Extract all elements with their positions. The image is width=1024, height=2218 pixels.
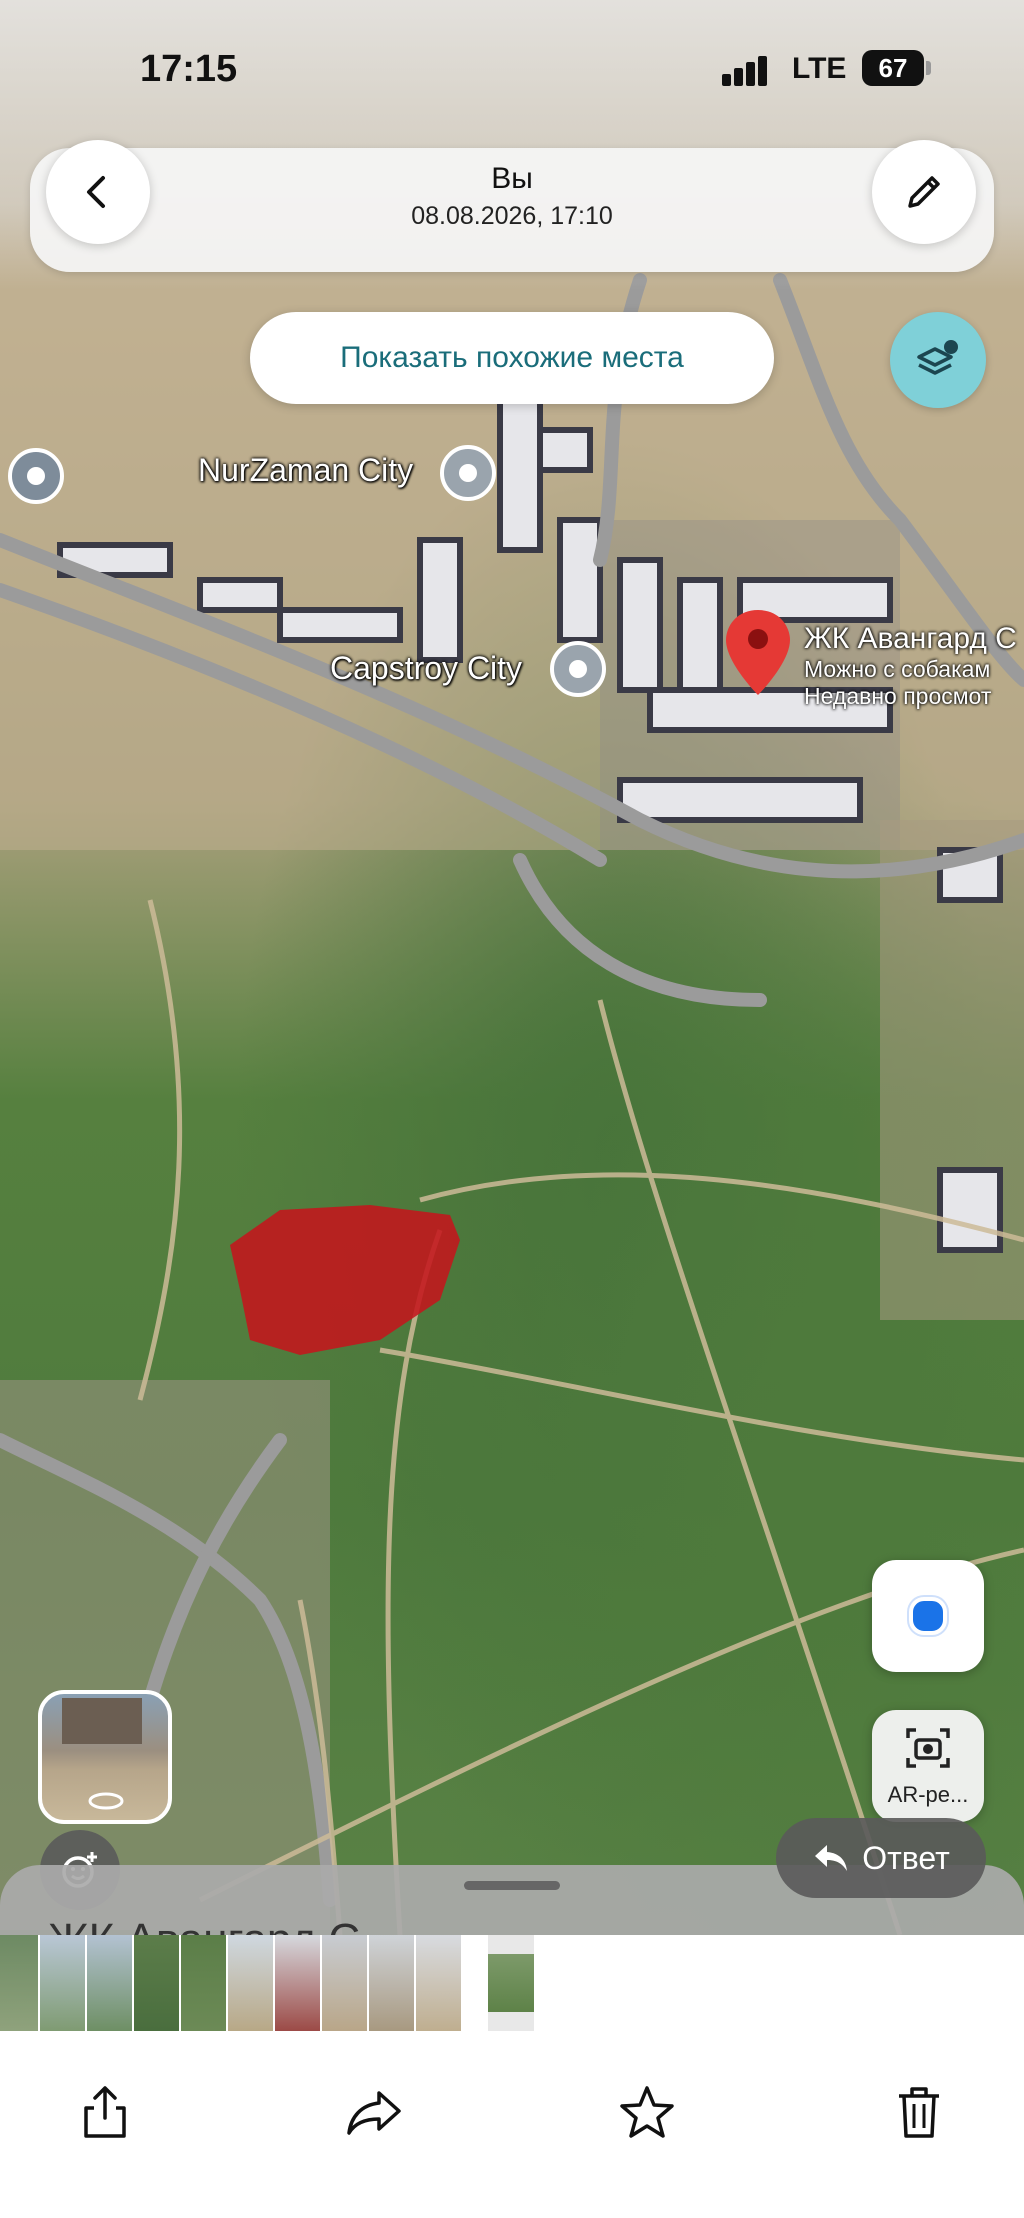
status-time: 17:15	[140, 48, 238, 90]
sheet-handle[interactable]	[464, 1881, 560, 1890]
reply-button[interactable]: Ответ	[776, 1818, 986, 1898]
battery-cap	[926, 61, 931, 75]
rotate-360-icon	[88, 1792, 124, 1810]
camera-icon	[906, 1728, 950, 1768]
location-dot-icon	[909, 1597, 947, 1635]
map-features	[0, 250, 1024, 1935]
top-bar: Вы 08.08.2026, 17:10	[30, 148, 994, 272]
thumbnail[interactable]	[0, 1935, 38, 2031]
avangard-tag: Можно с собакам	[804, 656, 991, 682]
network-type: LTE	[792, 52, 847, 85]
avangard-label[interactable]: ЖК Авангард С Можно с собакам Недавно пр…	[804, 622, 1017, 710]
satellite-map[interactable]: NurZaman City Capstroy City ЖК Авангард …	[0, 0, 1024, 1935]
signal-icon	[722, 56, 770, 86]
street-view-thumbnail[interactable]	[38, 1690, 172, 1824]
chevron-left-icon	[87, 176, 105, 208]
layers-icon	[917, 340, 958, 375]
star-icon	[620, 2086, 674, 2138]
back-button[interactable]	[46, 140, 150, 244]
ar-button[interactable]: AR-ре...	[872, 1710, 984, 1822]
battery-icon: 67	[862, 50, 924, 86]
thumbnail[interactable]	[322, 1935, 367, 2031]
top-bar-subtitle: 08.08.2026, 17:10	[411, 202, 613, 230]
capstroy-label[interactable]: Capstroy City	[330, 650, 522, 687]
share-icon	[84, 2086, 126, 2138]
avangard-recent: Недавно просмот	[804, 683, 992, 709]
share-button[interactable]	[70, 2077, 140, 2147]
forward-button[interactable]	[340, 2077, 410, 2147]
avangard-title: ЖК Авангард С	[804, 622, 1017, 655]
layers-button[interactable]	[890, 312, 986, 408]
pencil-icon	[908, 176, 940, 208]
street-view-building	[62, 1698, 142, 1744]
forward-icon	[347, 2091, 401, 2135]
delete-button[interactable]	[884, 2077, 954, 2147]
capstroy-pin-icon[interactable]	[550, 641, 606, 697]
thumbnail-selected[interactable]	[488, 1935, 534, 2031]
reply-button-label: Ответ	[862, 1839, 950, 1876]
my-location-button[interactable]	[872, 1560, 984, 1672]
edit-button[interactable]	[872, 140, 976, 244]
show-similar-places-button[interactable]: Показать похожие места	[250, 312, 774, 404]
status-bar: 17:15 LTE 67	[0, 0, 1024, 140]
nurzaman-pin-icon[interactable]	[440, 445, 496, 501]
bottom-toolbar	[0, 2031, 1024, 2218]
mosque-pin-icon[interactable]	[8, 448, 64, 504]
nurzaman-label[interactable]: NurZaman City	[198, 452, 413, 489]
reply-arrow-icon	[815, 1845, 848, 1871]
thumbnail[interactable]	[275, 1935, 320, 2031]
photo-thumbnail-strip[interactable]	[0, 1935, 1024, 2031]
top-bar-title: Вы	[491, 162, 533, 195]
thumbnail[interactable]	[181, 1935, 226, 2031]
thumbnail[interactable]	[134, 1935, 179, 2031]
trash-icon	[899, 2087, 939, 2138]
thumbnail[interactable]	[40, 1935, 85, 2031]
thumbnail[interactable]	[369, 1935, 414, 2031]
thumbnail[interactable]	[87, 1935, 132, 2031]
thumbnail[interactable]	[416, 1935, 461, 2031]
favorite-button[interactable]	[612, 2077, 682, 2147]
thumbnail[interactable]	[228, 1935, 273, 2031]
ar-button-label: AR-ре...	[887, 1782, 969, 1807]
